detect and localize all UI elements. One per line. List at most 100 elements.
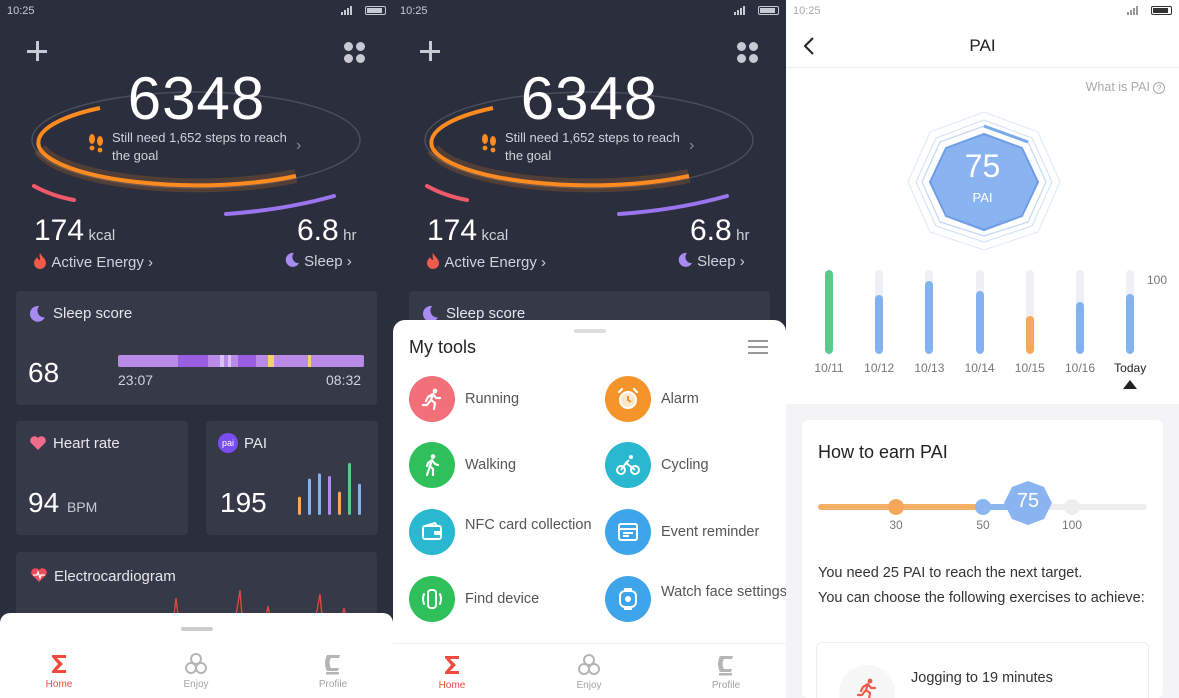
- active-energy-link[interactable]: Active Energy ›: [32, 252, 153, 271]
- sheet-handle[interactable]: [180, 627, 213, 631]
- ecg-heart-icon: [31, 568, 47, 582]
- pai-bar-track[interactable]: [875, 270, 884, 354]
- heart-rate-unit: BPM: [66, 499, 98, 515]
- kcal-value: 174: [34, 214, 85, 247]
- nav-profile-label: Profile: [318, 679, 348, 690]
- pai-bar: [1126, 293, 1135, 354]
- heart-rate-card[interactable]: Heart rate 94 BPM: [16, 421, 188, 535]
- pai-bar-track[interactable]: [1076, 270, 1084, 354]
- chevron-right-icon: ›: [296, 137, 302, 154]
- nav-enjoy[interactable]: Enjoy: [156, 651, 236, 690]
- tool-cycling-label: Cycling: [661, 457, 709, 473]
- steps-goal-note[interactable]: Still need 1,652 steps to reach the goal: [505, 129, 690, 165]
- flame-icon: [427, 253, 439, 269]
- battery-icon: [365, 6, 386, 15]
- pai-card[interactable]: pai PAI 195: [206, 421, 378, 535]
- steps-count: 6348: [520, 65, 659, 132]
- milestone-100: [1064, 499, 1080, 515]
- pai-bar-track[interactable]: [1126, 270, 1135, 354]
- pai-bar: [875, 295, 884, 354]
- grid-menu-icon[interactable]: [737, 42, 759, 64]
- pai-icon: pai: [218, 433, 238, 453]
- battery-icon: [758, 6, 779, 15]
- sleep-link[interactable]: Sleep ›: [677, 252, 745, 270]
- earn-text-choose: You can choose the following exercises t…: [818, 590, 1145, 606]
- steps-goal-note[interactable]: Still need 1,652 steps to reach the goal: [112, 129, 297, 165]
- my-tools-sheet: My tools Running Alarm Walking Cycling N…: [393, 320, 786, 698]
- pai-bar: [1076, 301, 1084, 354]
- sleep-stages-bar: [118, 355, 364, 367]
- active-energy-label: Active Energy: [444, 254, 537, 271]
- pai-bar-date: 10/13: [914, 361, 945, 375]
- home-screen-tools: 10:25 6348 Still need 1,652 steps to rea…: [393, 0, 786, 698]
- profile-icon: [325, 655, 340, 675]
- what-is-pai-link[interactable]: What is PAI?: [1086, 80, 1165, 94]
- jogging-label: Jogging to 19 minutes: [911, 670, 1053, 686]
- pai-mini-bar: [328, 476, 331, 515]
- moon-icon: [678, 252, 692, 267]
- kcal-unit: kcal: [481, 227, 509, 244]
- pai-mini-bar: [308, 478, 311, 515]
- tool-watch-face[interactable]: Watch face settings: [605, 576, 786, 626]
- tool-event-reminder[interactable]: Event reminder: [605, 509, 786, 559]
- nav-enjoy[interactable]: Enjoy: [549, 652, 629, 691]
- nav-profile[interactable]: Profile: [293, 651, 373, 690]
- nav-profile-label: Profile: [711, 680, 741, 691]
- footsteps-icon: [89, 134, 103, 153]
- cycling-icon: [605, 442, 651, 488]
- sheet-handle[interactable]: [573, 329, 606, 333]
- milestone-30: [888, 499, 904, 515]
- sleep-metric: 6.8 hr: [297, 214, 357, 248]
- moon-icon: [285, 252, 299, 267]
- tool-walking-label: Walking: [465, 457, 517, 473]
- tool-walking[interactable]: Walking: [409, 442, 599, 492]
- tool-find-device[interactable]: Find device: [409, 576, 599, 626]
- nav-home[interactable]: Home: [19, 651, 99, 690]
- earn-text-target: You need 25 PAI to reach the next target…: [818, 565, 1083, 581]
- exercise-option-jogging[interactable]: Jogging to 19 minutes: [816, 642, 1149, 698]
- active-energy-link[interactable]: Active Energy ›: [425, 252, 546, 271]
- tool-event-reminder-label: Event reminder: [661, 524, 760, 540]
- tool-alarm[interactable]: Alarm: [605, 376, 786, 426]
- pai-card-title: PAI: [244, 435, 268, 452]
- what-is-pai-label: What is PAI: [1085, 80, 1150, 94]
- pai-mini-bar: [298, 496, 301, 515]
- battery-icon: [1151, 6, 1172, 15]
- wallet-icon: [409, 509, 455, 555]
- heart-rate-value-row: 94 BPM: [28, 487, 97, 519]
- tool-watch-face-label: Watch face settings: [661, 584, 786, 600]
- add-icon[interactable]: [419, 40, 441, 62]
- sleep-link[interactable]: Sleep ›: [284, 252, 352, 270]
- status-bar: 10:25: [786, 0, 1179, 24]
- pai-bar: [975, 291, 984, 354]
- how-to-earn-card: How to earn PAI 30 50 100 75 You need 25…: [802, 420, 1163, 698]
- pai-bar-track[interactable]: [925, 270, 934, 354]
- tool-cycling[interactable]: Cycling: [605, 442, 786, 492]
- pai-bar-track[interactable]: [1025, 270, 1034, 354]
- heart-rate-title: Heart rate: [53, 435, 120, 452]
- chevron-right-icon: ›: [689, 137, 695, 154]
- selected-day-indicator: [1123, 380, 1138, 389]
- sleep-score-card[interactable]: Sleep score 68 23:07 08:32: [16, 291, 377, 405]
- tool-nfc[interactable]: NFC card collection: [409, 509, 599, 559]
- nav-home-label: Home: [438, 680, 466, 691]
- add-icon[interactable]: [26, 40, 48, 62]
- menu-icon[interactable]: [748, 340, 768, 354]
- pai-mini-bar: [348, 463, 351, 515]
- pai-mini-bar: [358, 483, 361, 515]
- tool-alarm-label: Alarm: [661, 391, 699, 407]
- pai-card-value: 195: [220, 487, 267, 518]
- pai-bar-date: 10/16: [1064, 361, 1096, 375]
- pai-bar-track[interactable]: [825, 270, 833, 354]
- pai-header: PAI: [786, 24, 1179, 68]
- energy-arc: [32, 184, 76, 202]
- nav-home[interactable]: Home: [412, 652, 492, 691]
- nav-profile[interactable]: Profile: [686, 652, 766, 691]
- pai-bar-track[interactable]: [975, 270, 984, 354]
- grid-menu-icon[interactable]: [344, 42, 366, 64]
- status-time: 10:25: [793, 5, 821, 17]
- pai-screen: 10:25 PAI What is PAI? 75 PAI 100 10/11 1…: [786, 0, 1179, 698]
- sigma-home-icon: [445, 656, 459, 674]
- tool-running[interactable]: Running: [409, 376, 599, 426]
- ecg-title: Electrocardiogram: [54, 568, 176, 585]
